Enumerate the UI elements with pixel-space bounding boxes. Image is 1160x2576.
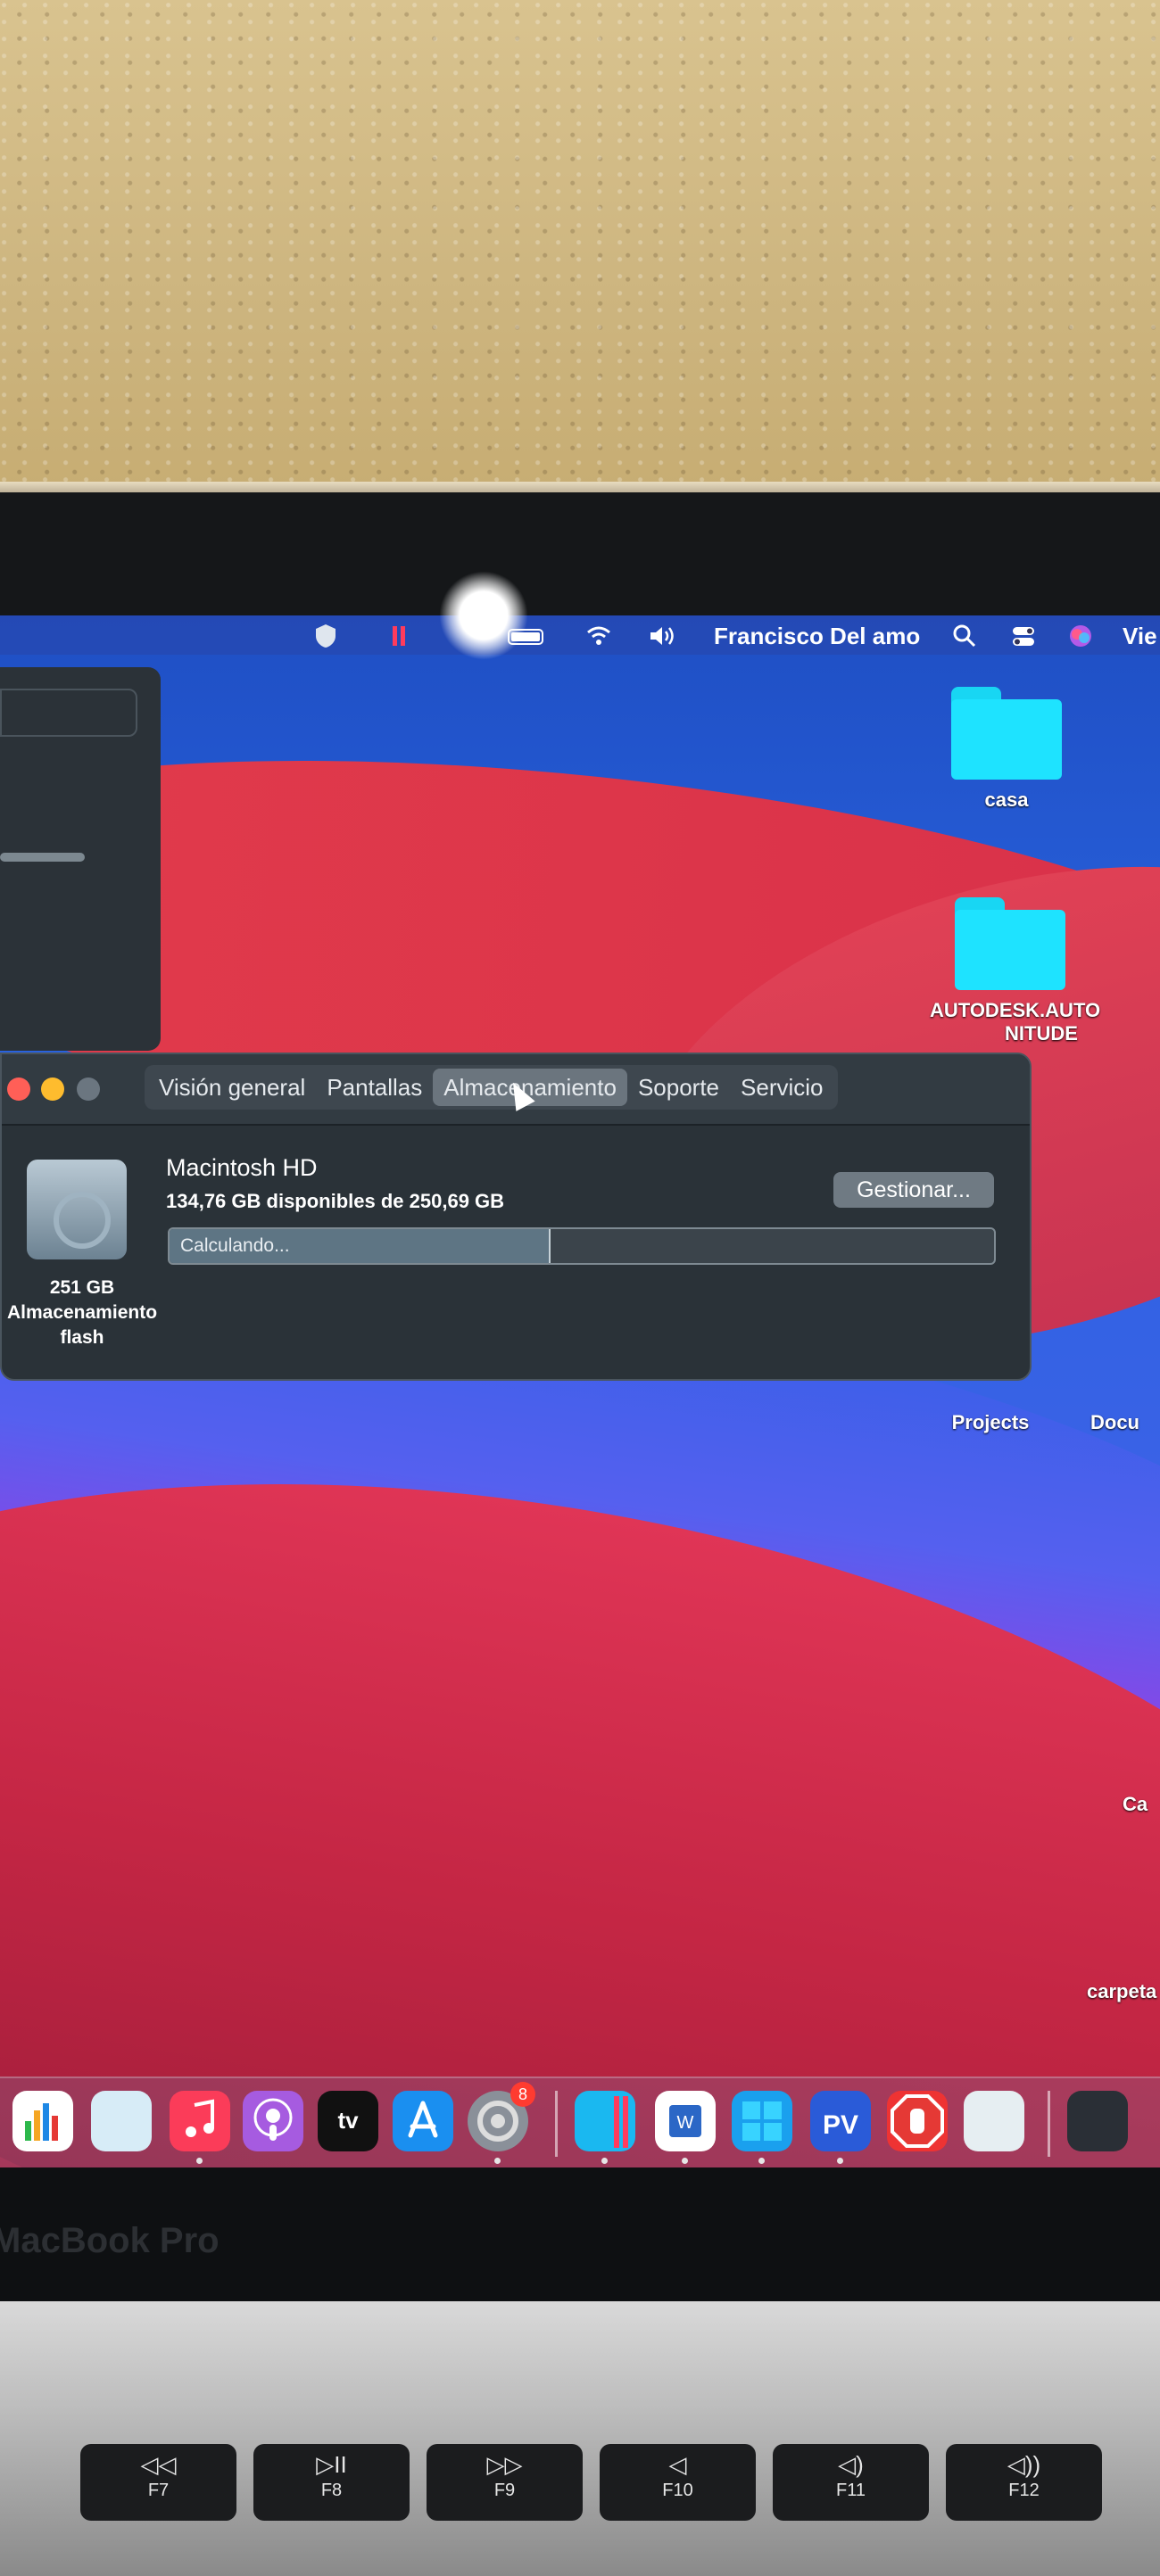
pause-icon[interactable] (385, 623, 412, 649)
tab-vision-general[interactable]: Visión general (148, 1065, 316, 1110)
camera-glare (439, 571, 528, 660)
key-f10[interactable]: ◁ F10 (600, 2444, 756, 2521)
key-f8[interactable]: ▷II F8 (253, 2444, 410, 2521)
windows-icon[interactable] (732, 2091, 792, 2164)
menu-user-name[interactable]: Francisco Del amo (714, 623, 920, 650)
desktop-folder-label: casa (984, 788, 1029, 811)
key-label: F8 (320, 2481, 343, 2500)
shield-icon[interactable] (312, 623, 339, 649)
keynote-icon[interactable] (91, 2091, 152, 2151)
disk-size: 251 GB (49, 1277, 115, 1298)
close-button[interactable] (7, 1077, 30, 1101)
storage-bar: Calculando... (168, 1227, 996, 1265)
parallels-icon[interactable] (575, 2091, 635, 2164)
key-label: F10 (662, 2481, 693, 2500)
tab-servicio[interactable]: Servicio (730, 1065, 833, 1110)
numbers-icon[interactable] (12, 2091, 73, 2151)
zoom-button[interactable] (77, 1077, 100, 1101)
control-center-icon[interactable] (1010, 623, 1037, 649)
adblock-icon[interactable] (887, 2091, 948, 2151)
menu-clock-truncated[interactable]: Vie (1123, 623, 1157, 650)
key-label: F7 (147, 2481, 170, 2500)
mac-screen: Francisco Del amo Vie casa AUTODESK.AUTO… (0, 615, 1160, 2167)
system-preferences-icon[interactable]: 8 (468, 2082, 535, 2164)
desktop-folder-ca[interactable]: Ca (1123, 1793, 1160, 1816)
parallels-pv-icon[interactable]: PV (810, 2091, 871, 2164)
storage-bar-label: Calculando... (180, 1235, 290, 1256)
folder-icon (951, 687, 1062, 780)
disk-type-line1: Almacenamiento (6, 1302, 158, 1323)
app-store-icon[interactable] (393, 2091, 453, 2151)
key-label: F11 (836, 2481, 866, 2500)
apple-tv-label: tv (337, 2107, 359, 2134)
dock: tv 8 W PV (0, 2076, 1160, 2167)
background-window-field[interactable] (0, 689, 137, 737)
background-window-line (0, 853, 85, 862)
desktop-folder-label: Projects (951, 1411, 1030, 1433)
volume-icon[interactable] (648, 623, 675, 649)
disk-caption: 251 GB Almacenamiento flash (2, 1276, 162, 1350)
key-f9[interactable]: ▷▷ F9 (427, 2444, 583, 2521)
desktop-folder-projects[interactable]: Projects (919, 1411, 1062, 1434)
background-window[interactable] (0, 667, 161, 1051)
minimize-button[interactable] (41, 1077, 64, 1101)
podcasts-icon[interactable] (243, 2091, 303, 2151)
desktop-folder-casa[interactable]: casa (935, 687, 1078, 812)
svg-text:W: W (677, 2113, 694, 2133)
volume-name: Macintosh HD (166, 1154, 318, 1181)
laptop-brand: MacBook Pro (0, 2221, 220, 2260)
laptop-chassis (0, 2301, 1160, 2576)
key-f12[interactable]: ◁)) F12 (946, 2444, 1102, 2521)
apple-tv-icon[interactable]: tv (318, 2091, 378, 2151)
key-label: F9 (493, 2481, 516, 2500)
rewind-icon: ◁◁ (140, 2451, 177, 2478)
siri-icon[interactable] (1067, 623, 1094, 649)
desktop-folder-label: AUTODESK.AUTO (930, 999, 1101, 1021)
volume-up-icon: ◁)) (1007, 2451, 1041, 2478)
volume-down-icon: ◁) (838, 2451, 864, 2478)
dock-separator (1048, 2091, 1050, 2157)
screen-bezel-top (0, 492, 1160, 617)
desktop-folder-label-line2: NITUDE (1005, 1022, 1078, 1044)
key-f11[interactable]: ◁) F11 (773, 2444, 929, 2521)
fast-forward-icon: ▷▷ (486, 2451, 523, 2478)
desktop-folder-documents[interactable]: Docu (1090, 1411, 1160, 1434)
mute-icon: ◁ (668, 2451, 687, 2478)
tab-pantallas[interactable]: Pantallas (316, 1065, 433, 1110)
dock-separator (555, 2091, 558, 2157)
word-icon[interactable]: W (655, 2091, 716, 2164)
tab-bar: Visión general Pantallas Almacenamiento … (145, 1065, 838, 1110)
folder-icon (955, 897, 1065, 990)
search-icon[interactable] (951, 623, 978, 649)
disk-type-line2: flash (60, 1327, 104, 1348)
desktop-stack-icon[interactable] (1067, 2091, 1128, 2151)
desktop-folder-carpeta[interactable]: carpeta (1087, 1980, 1160, 2003)
music-icon[interactable] (170, 2091, 230, 2164)
desktop-folder-label: Docu (1090, 1411, 1139, 1433)
desktop-folder-autodesk[interactable]: AUTODESK.AUTO NITUDE (930, 897, 1101, 1045)
preview-icon[interactable] (964, 2091, 1024, 2151)
wall-background (0, 0, 1160, 489)
key-label: F12 (1008, 2481, 1040, 2500)
hard-drive-icon (27, 1160, 127, 1259)
svg-text:PV: PV (823, 2110, 858, 2140)
manage-button[interactable]: Gestionar... (833, 1172, 994, 1208)
desktop-folder-label: Ca (1123, 1793, 1148, 1815)
tab-soporte[interactable]: Soporte (627, 1065, 730, 1110)
wifi-icon[interactable] (585, 623, 612, 649)
volume-free-space: 134,76 GB disponibles de 250,69 GB (166, 1190, 505, 1212)
notification-badge: 8 (510, 2082, 535, 2107)
play-pause-icon: ▷II (316, 2451, 347, 2478)
desktop-folder-label: carpeta (1087, 1980, 1157, 2002)
key-f7[interactable]: ◁◁ F7 (80, 2444, 236, 2521)
menu-bar: Francisco Del amo Vie (0, 615, 1160, 655)
